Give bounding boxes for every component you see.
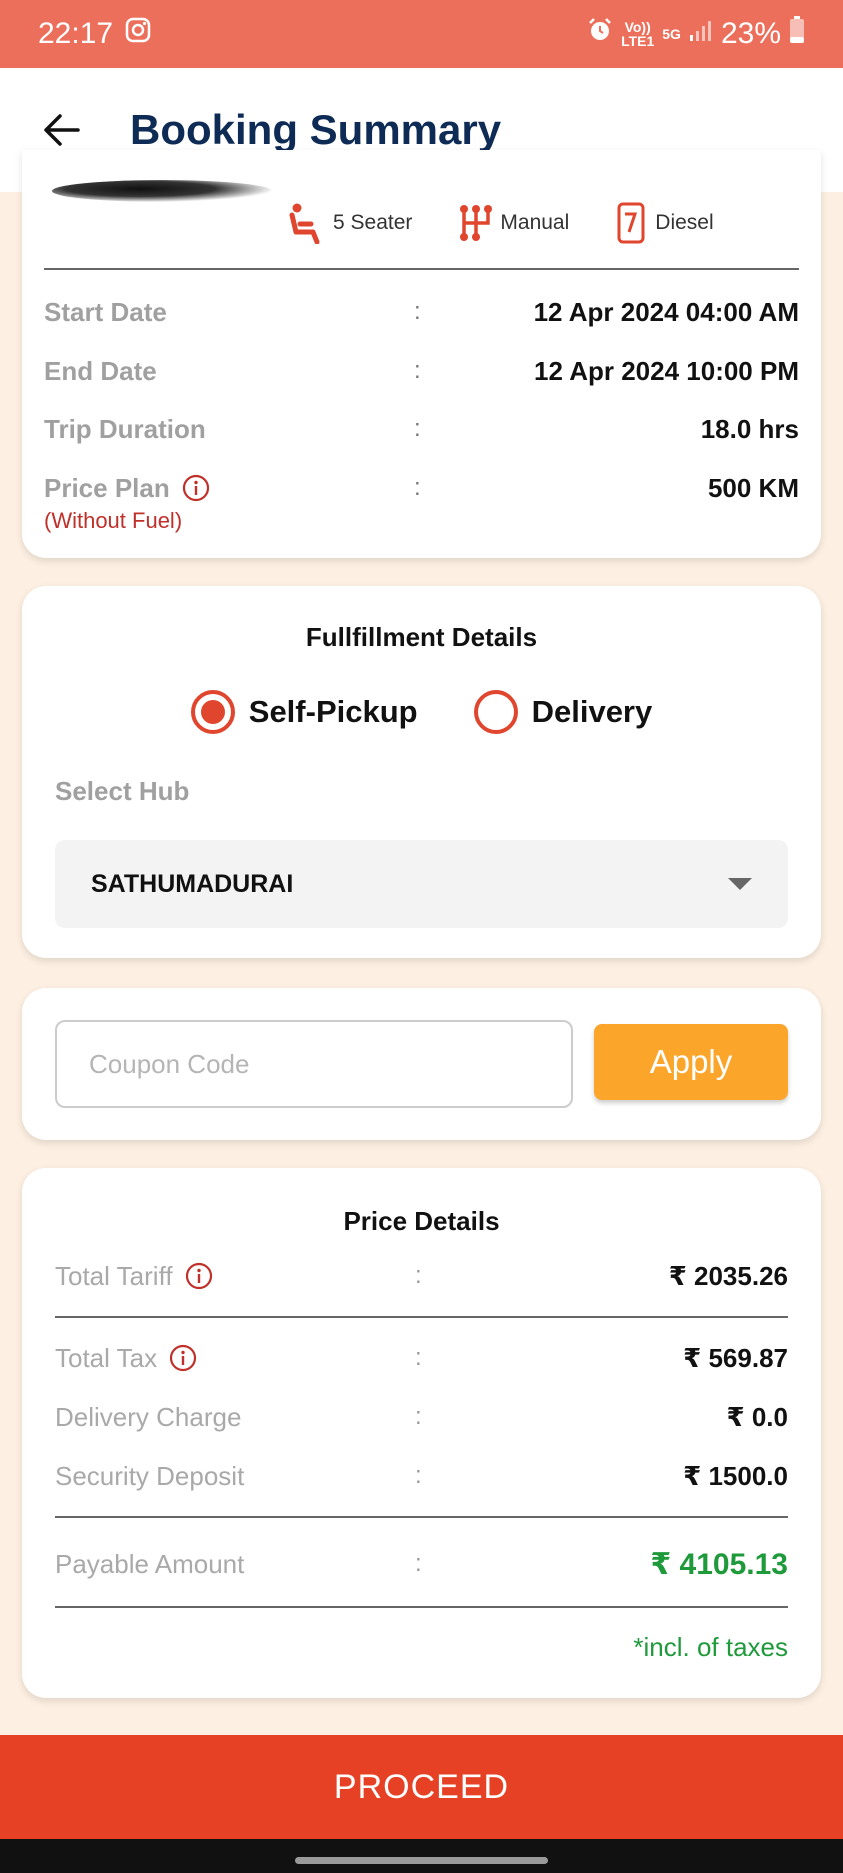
delivery-charge-value: ₹ 0.0 [726, 1401, 788, 1432]
fulfillment-heading: Fullfillment Details [305, 622, 538, 652]
fulfillment-card: Fullfillment Details Self-Pickup Deliver… [22, 586, 821, 958]
start-date-row: Start Date : 12 Apr 2024 04:00 AM [44, 292, 799, 332]
signal-icon [689, 17, 713, 51]
total-tariff-label: Total Tariff [55, 1260, 173, 1291]
total-tax-label-wrap: Total Tax [55, 1343, 415, 1374]
trip-duration-label: Trip Duration [44, 413, 206, 444]
delivery-charge-label: Delivery Charge [55, 1401, 242, 1432]
seat-icon [289, 203, 320, 244]
radio-unchecked-icon [473, 690, 518, 734]
spec-transmission: Manual [458, 203, 569, 243]
radio-delivery-label: Delivery [531, 694, 653, 729]
divider [55, 1606, 788, 1608]
spec-fuel: Diesel [615, 202, 714, 244]
separator: : [415, 1403, 422, 1430]
hub-selected-value: SATHUMADURAI [91, 869, 294, 898]
price-details-heading: Price Details [343, 1206, 500, 1236]
security-deposit-value: ₹ 1500.0 [683, 1460, 788, 1491]
start-date-value: 12 Apr 2024 04:00 AM [533, 296, 799, 327]
price-plan-info-icon[interactable] [182, 474, 210, 502]
price-plan-label-wrap: Price Plan [44, 473, 414, 504]
end-date-value: 12 Apr 2024 10:00 PM [534, 355, 799, 386]
divider [44, 268, 799, 270]
divider [55, 1516, 788, 1518]
payable-amount-row: Payable Amount : ₹ 4105.13 [55, 1544, 788, 1584]
select-hub-label: Select Hub [55, 776, 190, 806]
network-5g: 5G [662, 26, 681, 42]
home-indicator[interactable] [295, 1857, 548, 1864]
proceed-button[interactable]: PROCEED [0, 1735, 843, 1839]
radio-self-pickup-label: Self-Pickup [248, 694, 418, 729]
status-left: 22:17 [38, 17, 151, 51]
chevron-down-icon [728, 878, 752, 890]
security-deposit-label: Security Deposit [55, 1460, 245, 1491]
system-nav-bar [0, 1839, 843, 1873]
tax-note: *incl. of taxes [633, 1632, 788, 1662]
price-plan-label: Price Plan [44, 472, 170, 503]
radio-delivery[interactable]: Delivery [473, 690, 653, 734]
trip-duration-row: Trip Duration : 18.0 hrs [44, 409, 799, 449]
trip-summary-card: 5 Seater Manual Diesel Start Date : 12 A… [22, 150, 821, 558]
page-title: Booking Summary [130, 106, 502, 153]
total-tariff-value: ₹ 2035.26 [668, 1260, 788, 1291]
delivery-charge-row: Delivery Charge : ₹ 0.0 [55, 1397, 788, 1437]
end-date-row: End Date : 12 Apr 2024 10:00 PM [44, 351, 799, 391]
separator: : [414, 415, 421, 442]
payable-amount-label: Payable Amount [55, 1548, 245, 1579]
separator: : [414, 474, 421, 501]
vehicle-specs: 5 Seater Manual Diesel [287, 202, 714, 244]
separator: : [414, 298, 421, 325]
spec-seater: 5 Seater [287, 202, 412, 244]
car-image [52, 180, 272, 202]
battery-percent: 23% [720, 17, 781, 50]
tax-info-icon[interactable] [169, 1344, 197, 1372]
arrow-left-icon [44, 114, 80, 146]
start-date-label: Start Date [44, 296, 167, 327]
fuel-icon [617, 202, 645, 244]
divider [55, 1316, 788, 1318]
instagram-icon [125, 17, 151, 51]
hub-dropdown[interactable]: SATHUMADURAI [55, 840, 788, 928]
price-plan-note: (Without Fuel) [44, 508, 183, 533]
spec-seater-label: 5 Seater [333, 211, 413, 234]
spec-fuel-label: Diesel [655, 211, 714, 234]
separator: : [415, 1262, 422, 1289]
separator: : [415, 1462, 422, 1489]
alarm-icon [587, 17, 613, 51]
coupon-code-input[interactable] [55, 1020, 573, 1108]
total-tax-value: ₹ 569.87 [683, 1342, 788, 1373]
network-lte-label: LTE1 [621, 33, 655, 49]
coupon-card: Apply [22, 988, 821, 1140]
end-date-label: End Date [44, 355, 157, 386]
status-time: 22:17 [38, 17, 114, 50]
total-tariff-row: Total Tariff : ₹ 2035.26 [55, 1256, 788, 1296]
total-tariff-label-wrap: Total Tariff [55, 1261, 415, 1292]
network-lte: Vo)) LTE1 [621, 20, 654, 48]
status-right: Vo)) LTE1 5G 23% [587, 16, 805, 52]
price-details-card: Price Details Total Tariff : ₹ 2035.26 T… [22, 1168, 821, 1698]
tariff-info-icon[interactable] [185, 1262, 213, 1290]
battery-icon [789, 16, 805, 52]
fulfillment-options: Self-Pickup Delivery [22, 690, 821, 734]
price-plan-value: 500 KM [707, 472, 799, 503]
payable-amount-value: ₹ 4105.13 [650, 1547, 788, 1581]
separator: : [415, 1344, 422, 1371]
total-tax-label: Total Tax [55, 1342, 158, 1373]
separator: : [414, 357, 421, 384]
trip-duration-value: 18.0 hrs [700, 413, 799, 444]
radio-checked-icon [190, 690, 235, 734]
apply-coupon-button[interactable]: Apply [594, 1024, 788, 1100]
spec-transmission-label: Manual [500, 211, 570, 234]
radio-self-pickup[interactable]: Self-Pickup [190, 690, 418, 734]
total-tax-row: Total Tax : ₹ 569.87 [55, 1338, 788, 1378]
status-bar: 22:17 Vo)) LTE1 5G 23% [0, 0, 843, 68]
separator: : [415, 1550, 422, 1577]
gearbox-icon [460, 205, 493, 241]
price-plan-row: Price Plan : 500 KM [44, 468, 799, 508]
security-deposit-row: Security Deposit : ₹ 1500.0 [55, 1456, 788, 1496]
